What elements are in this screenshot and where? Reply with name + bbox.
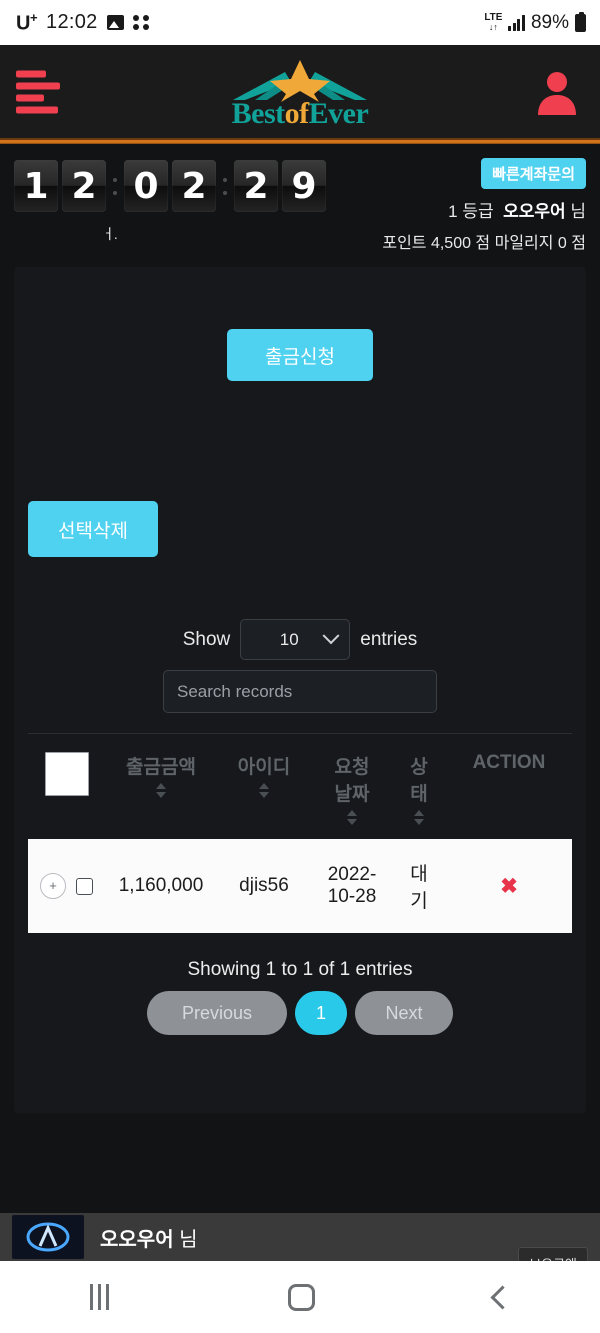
carrier-label: U+ bbox=[16, 9, 38, 35]
video-thumbnail-icon[interactable] bbox=[12, 1215, 84, 1259]
page-length-control: Show 10 entries bbox=[182, 619, 418, 660]
dots-grid-icon bbox=[132, 14, 150, 31]
recents-icon[interactable] bbox=[89, 1284, 109, 1310]
home-icon[interactable] bbox=[287, 1283, 315, 1311]
showing-info: Showing 1 to 1 of 1 entries bbox=[187, 959, 413, 980]
battery-icon bbox=[575, 11, 586, 32]
signal-bars-icon bbox=[508, 14, 525, 31]
logo-wordmark: BestofEver bbox=[231, 97, 369, 130]
select-all-checkbox[interactable] bbox=[45, 752, 89, 796]
page-1-button[interactable]: 1 bbox=[295, 991, 347, 1035]
user-info-box: 빠른계좌문의 1 등급 오오우어 님 포인트 4,500 점 마일리지 0 점 bbox=[382, 158, 586, 253]
bottom-user-bar: 오오우어 님 보유금액 bbox=[0, 1213, 600, 1280]
quick-account-inquiry-button[interactable]: 빠른계좌문의 bbox=[481, 158, 586, 189]
info-row: 1 2 0 2 2 9 ㅓ. 빠른계좌문의 1 등급 오오우어 님 포인트 4,… bbox=[0, 144, 600, 259]
sort-icon bbox=[155, 783, 167, 798]
sort-icon bbox=[346, 810, 358, 825]
datatable-controls: Show 10 entries bbox=[14, 619, 586, 713]
row-controls-cell: + bbox=[28, 839, 106, 933]
app-header: BestofEver bbox=[0, 45, 600, 138]
delete-selected-button[interactable]: 선택삭제 bbox=[28, 501, 158, 557]
sort-icon bbox=[413, 810, 425, 825]
page-length-select[interactable]: 10 bbox=[240, 619, 351, 660]
android-nav-bar bbox=[0, 1261, 600, 1333]
clock-digit: 2 bbox=[62, 160, 106, 212]
clock-digit: 2 bbox=[234, 160, 278, 212]
column-header-status[interactable]: 상 태 bbox=[392, 734, 446, 840]
lte-icon: LTE ↓↑ bbox=[484, 12, 503, 32]
table-body: + 1,160,000 djis56 2022- 10-28 대기 ✖ bbox=[28, 839, 572, 933]
next-page-button[interactable]: Next bbox=[355, 991, 453, 1035]
clock-separator bbox=[223, 177, 227, 195]
status-bar-left: U+ 12:02 bbox=[16, 10, 150, 36]
expand-row-button[interactable]: + bbox=[40, 873, 66, 899]
column-header-id[interactable]: 아이디 bbox=[216, 734, 312, 840]
delete-row-icon[interactable]: ✖ bbox=[500, 875, 518, 898]
status-time: 12:02 bbox=[46, 11, 98, 33]
cell-amount: 1,160,000 bbox=[118, 875, 204, 896]
clock-digit: 1 bbox=[14, 160, 58, 212]
cell-status: 대기 bbox=[410, 864, 428, 912]
cell-action: ✖ bbox=[446, 839, 572, 933]
withdraw-request-button[interactable]: 출금신청 bbox=[227, 329, 373, 381]
page-length-value: 10 bbox=[279, 629, 299, 649]
records-table: 출금금액 아이디 요청 날짜 상 태 ACTION + 1,160,000 dj… bbox=[28, 733, 572, 933]
select-all-header bbox=[28, 734, 106, 840]
cell-id: djis56 bbox=[239, 875, 289, 896]
site-logo[interactable]: BestofEver bbox=[225, 58, 375, 129]
user-rank-line: 1 등급 오오우어 님 bbox=[382, 197, 586, 222]
column-header-amount[interactable]: 출금금액 bbox=[106, 734, 216, 840]
cell-request-date: 2022- 10-28 bbox=[327, 864, 377, 907]
clock-digit: 9 bbox=[282, 160, 326, 212]
user-avatar-icon[interactable] bbox=[534, 69, 580, 115]
clock-digit: 0 bbox=[124, 160, 168, 212]
table-header: 출금금액 아이디 요청 날짜 상 태 ACTION bbox=[28, 733, 572, 840]
user-suffix: 님 bbox=[570, 202, 586, 221]
row-checkbox[interactable] bbox=[76, 877, 93, 895]
chevron-down-icon bbox=[322, 626, 340, 644]
clock-separator bbox=[113, 177, 117, 195]
previous-page-button[interactable]: Previous bbox=[147, 991, 287, 1035]
points-line: 포인트 4,500 점 마일리지 0 점 bbox=[382, 235, 586, 252]
column-header-action: ACTION bbox=[472, 752, 546, 773]
bottom-user-name: 오오우어 님 bbox=[100, 1228, 198, 1251]
entries-label: entries bbox=[360, 628, 418, 650]
android-status-bar: U+ 12:02 LTE ↓↑ 89% bbox=[0, 0, 600, 45]
user-name: 오오우어 bbox=[503, 202, 566, 221]
pagination: Previous 1 Next bbox=[14, 991, 586, 1035]
photo-icon bbox=[106, 15, 124, 30]
hamburger-menu-icon[interactable] bbox=[16, 70, 60, 113]
withdraw-button-row: 출금신청 bbox=[14, 329, 586, 381]
content-panel: 출금신청 선택삭제 Show 10 entries Search records… bbox=[14, 267, 586, 1113]
status-bar-right: LTE ↓↑ 89% bbox=[484, 0, 586, 45]
search-input[interactable] bbox=[163, 670, 437, 713]
show-label: Show bbox=[182, 628, 231, 650]
records-table-wrap: 출금금액 아이디 요청 날짜 상 태 ACTION + 1,160,000 dj… bbox=[28, 733, 572, 933]
back-icon[interactable] bbox=[489, 1284, 515, 1310]
battery-percent: 89% bbox=[530, 11, 569, 33]
user-rank: 1 등급 bbox=[448, 202, 494, 221]
clock-digit: 2 bbox=[172, 160, 216, 212]
column-header-request-date[interactable]: 요청 날짜 bbox=[312, 734, 392, 840]
table-header-row: 출금금액 아이디 요청 날짜 상 태 ACTION bbox=[28, 733, 572, 840]
sort-icon bbox=[258, 783, 270, 798]
table-row[interactable]: + 1,160,000 djis56 2022- 10-28 대기 ✖ bbox=[28, 839, 572, 933]
